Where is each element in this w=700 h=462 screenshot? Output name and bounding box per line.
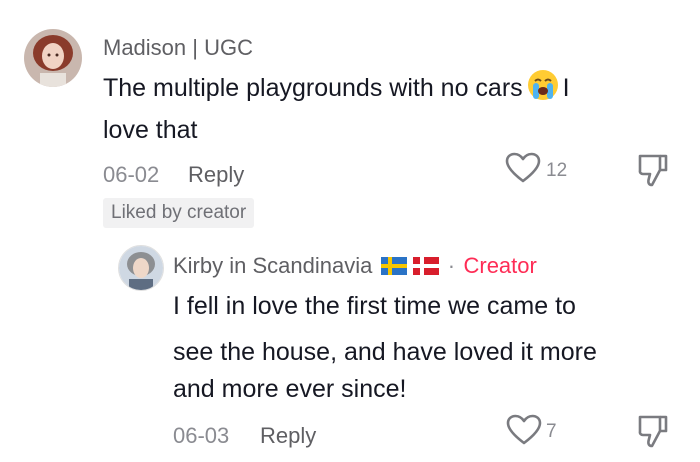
comment-text-part-2: I <box>562 74 570 102</box>
reply-date: 06-03 <box>173 423 230 448</box>
thumbs-down-icon[interactable] <box>636 413 670 449</box>
reply-username[interactable]: Kirby in Scandinavia <box>173 253 372 278</box>
liked-by-creator-badge: Liked by creator <box>103 198 255 228</box>
denmark-flag-icon <box>413 257 440 280</box>
reply-like-count: 7 <box>546 421 557 442</box>
reply-text-line-1: I fell in love the first time we came to <box>173 292 576 320</box>
comment-text-line-2: love that <box>103 116 198 144</box>
crying-face-emoji-icon <box>527 69 559 116</box>
reply-avatar[interactable] <box>118 245 164 291</box>
heart-outline-icon[interactable] <box>505 152 541 184</box>
reply-reply-button[interactable]: Reply <box>260 423 316 449</box>
creator-label: Creator <box>463 253 537 278</box>
comment-text-part-1: The multiple playgrounds with no cars <box>103 74 523 102</box>
heart-outline-icon[interactable] <box>506 414 542 446</box>
reply-text-line-3: and more ever since! <box>173 375 407 403</box>
commenter-avatar[interactable] <box>24 29 82 87</box>
reply-header: Kirby in Scandinavia · Creator <box>173 253 537 280</box>
separator-dot: · <box>447 253 456 278</box>
commenter-username[interactable]: Madison | UGC <box>103 35 253 61</box>
comment-reply-button[interactable]: Reply <box>188 162 244 188</box>
comment-like-count: 12 <box>546 160 568 181</box>
comment-date: 06-02 <box>103 162 160 187</box>
thumbs-down-icon[interactable] <box>636 152 670 188</box>
sweden-flag-icon <box>380 257 407 280</box>
